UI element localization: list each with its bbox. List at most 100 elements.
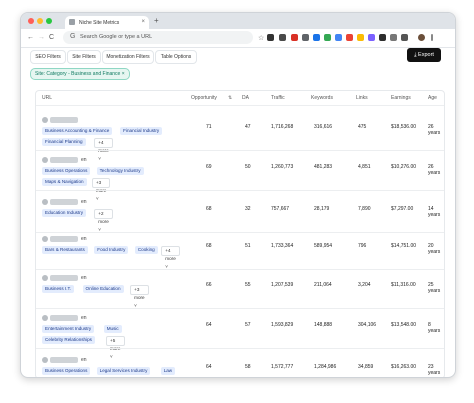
category-tag[interactable]: Education Industry [42, 209, 87, 217]
redacted-url[interactable] [50, 157, 78, 163]
category-tag[interactable]: Business I.T. [42, 285, 75, 293]
seo-filters-button[interactable]: SEO Filters [30, 50, 66, 64]
url-locale: en [81, 236, 87, 242]
site-filters-button[interactable]: Site Filters [67, 50, 101, 64]
export-label: Export [418, 52, 434, 58]
close-window-icon[interactable] [28, 18, 34, 24]
more-tags-button[interactable]: +3 more ˅ [130, 285, 149, 308]
more-tags-button[interactable]: +3 more ˅ [91, 178, 111, 201]
da-value: 50 [245, 164, 251, 170]
category-tag[interactable]: Online Education [82, 285, 124, 293]
more-tags-button[interactable]: +4 more ˅ [94, 138, 113, 161]
category-tag[interactable]: Financial Industry [120, 127, 163, 135]
header-links[interactable]: Links [356, 95, 368, 101]
redacted-url[interactable] [50, 236, 78, 242]
category-tag[interactable]: Cooking [134, 246, 158, 254]
bookmark-star-icon[interactable]: ☆ [258, 34, 264, 42]
earnings-value: $16,263.00 [391, 364, 417, 370]
maximize-window-icon[interactable] [46, 18, 52, 24]
keywords-value: 589,954 [314, 243, 333, 249]
da-value: 51 [245, 243, 251, 249]
sort-icon[interactable]: ⇅ [228, 95, 232, 101]
category-tag[interactable]: Financial Planning [42, 138, 86, 146]
category-tag[interactable]: Technology Industry [96, 167, 144, 175]
traffic-value: 1,593,829 [271, 322, 294, 328]
more-tags-button[interactable]: +2 more ˅ [94, 209, 113, 232]
earnings-value: $10,276.00 [391, 164, 417, 170]
extension-icon[interactable] [401, 34, 408, 41]
keywords-value: 316,616 [314, 124, 333, 130]
profile-avatar[interactable] [418, 34, 425, 41]
tab-close-icon[interactable]: × [141, 19, 145, 25]
category-tag[interactable]: Business Accounting & Finance [42, 127, 113, 135]
category-tag[interactable]: Law [160, 367, 176, 375]
keywords-value: 211,064 [314, 282, 332, 288]
category-tag[interactable]: Entertainment Industry [42, 325, 95, 333]
more-tags-button[interactable]: +5 more ˅ [106, 336, 125, 359]
header-keywords[interactable]: Keywords [311, 95, 333, 101]
extension-icon[interactable] [302, 34, 309, 41]
links-value: 7,890 [358, 206, 371, 212]
omnibox[interactable]: G Search Google or type a URL [63, 31, 253, 44]
kebab-menu-icon[interactable] [431, 34, 433, 41]
category-tag[interactable]: Food Industry [94, 246, 129, 254]
header-age[interactable]: Age [428, 95, 437, 101]
extension-icon[interactable] [291, 34, 298, 41]
monetization-filters-button[interactable]: Monetization Filters [102, 50, 154, 64]
header-url[interactable]: URL [42, 95, 52, 101]
row-divider [36, 308, 444, 309]
opportunity-value: 64 [206, 322, 212, 328]
url-locale: en [81, 357, 87, 363]
age-value: 25 years [428, 282, 441, 294]
category-tag[interactable]: Maps & Navigation [42, 178, 87, 186]
redacted-url[interactable] [50, 357, 78, 363]
row-divider [36, 150, 444, 151]
category-tag[interactable]: Celebrity Relationships [42, 336, 95, 344]
age-value: 26 years [428, 164, 441, 176]
more-tags-button[interactable]: +4 more ˅ [161, 246, 180, 269]
extension-icon[interactable] [390, 34, 397, 41]
extension-icon[interactable] [313, 34, 320, 41]
reload-icon[interactable]: C [49, 34, 54, 41]
category-tag[interactable]: Business Operations [42, 367, 91, 375]
header-traffic[interactable]: Traffic [271, 95, 285, 101]
opportunity-value: 68 [206, 243, 212, 249]
category-tag[interactable]: Business Operations [42, 167, 91, 175]
category-tag[interactable]: Bars & Restaurants [42, 246, 88, 254]
redacted-url[interactable] [50, 199, 78, 205]
header-opportunity[interactable]: Opportunity [191, 95, 217, 101]
browser-tab[interactable]: Niche Site Metrics × [65, 16, 149, 29]
redacted-url[interactable] [50, 117, 78, 123]
forward-icon[interactable]: → [38, 34, 45, 41]
extension-icon[interactable] [368, 34, 375, 41]
extension-icon[interactable] [267, 34, 274, 41]
redacted-url[interactable] [50, 315, 78, 321]
header-da[interactable]: DA [242, 95, 249, 101]
back-icon[interactable]: ← [27, 34, 34, 41]
extension-icon[interactable] [279, 34, 286, 41]
table-options-button[interactable]: Table Options [155, 50, 197, 64]
category-tag[interactable]: Legal Services Industry [96, 367, 151, 375]
redacted-url[interactable] [50, 275, 78, 281]
tab-strip: Niche Site Metrics × + [21, 13, 455, 29]
extension-icon[interactable] [335, 34, 342, 41]
tab-title: Niche Site Metrics [79, 20, 120, 26]
category-tag[interactable]: Music [103, 325, 122, 333]
export-button[interactable]: ⤓ Export [407, 48, 441, 62]
filter-toolbar: SEO Filters Site Filters Monetization Fi… [21, 47, 455, 69]
minimize-window-icon[interactable] [37, 18, 43, 24]
extension-icon[interactable] [324, 34, 331, 41]
links-value: 796 [358, 243, 367, 249]
site-favicon-icon [42, 199, 48, 205]
active-filter-chip[interactable]: Site: Category - Business and Finance × [30, 68, 130, 80]
extension-icon[interactable] [379, 34, 386, 41]
row-divider [36, 232, 444, 233]
header-earnings[interactable]: Earnings [391, 95, 411, 101]
url-locale: en [81, 275, 87, 281]
site-favicon-icon [42, 236, 48, 242]
extension-icon[interactable] [346, 34, 353, 41]
search-input[interactable]: Search Google or type a URL [80, 34, 152, 40]
earnings-value: $11,316.00 [391, 282, 416, 288]
extension-icon[interactable] [357, 34, 364, 41]
new-tab-icon[interactable]: + [154, 16, 159, 25]
